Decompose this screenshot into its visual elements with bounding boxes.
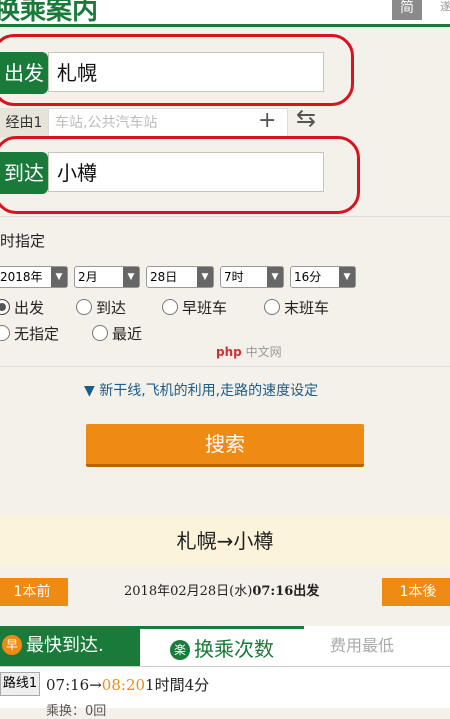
watermark: php 中文网	[216, 343, 282, 360]
departure-date: 2018年02月28日(水)07:16出发	[124, 580, 319, 599]
radio-dot	[264, 299, 280, 315]
radio-dot	[76, 299, 92, 315]
tab-cheapest[interactable]: 费用最低	[304, 626, 450, 666]
radio-arrive[interactable]: 到达	[76, 297, 126, 318]
day-value: 28日	[150, 270, 178, 284]
swap-icon[interactable]: ⇆	[296, 104, 316, 132]
app-title: 换乘案内	[0, 0, 99, 26]
radio-none-label: 无指定	[14, 325, 60, 343]
radio-last-train[interactable]: 末班车	[264, 297, 329, 318]
tab-fastest[interactable]: 早最快到达.	[0, 626, 140, 666]
transfer-count: 乘换：0回	[46, 704, 107, 719]
datetime-title: 时指定	[0, 232, 46, 250]
transfer-badge-icon: 楽	[170, 640, 190, 660]
day-select[interactable]: 28日 ▼	[146, 266, 214, 288]
app-header: 换乘案内 简 遂	[0, 0, 450, 27]
chevron-down-icon: ▼	[123, 267, 139, 287]
minute-value: 16分	[294, 270, 322, 284]
via-label: 经由1	[0, 108, 48, 138]
chevron-down-icon: ▼	[267, 267, 283, 287]
radio-dot	[0, 325, 10, 341]
chevron-down-icon: ▼	[339, 267, 355, 287]
header-extra-text: 遂	[440, 0, 450, 13]
time-start: 07:16→	[46, 676, 102, 694]
hour-select[interactable]: 7时 ▼	[220, 266, 284, 288]
route-times: 07:16→08:201时間4分	[46, 674, 209, 695]
options-link[interactable]: ▼ 新干线,飞机的利用,走路的速度设定	[84, 380, 318, 400]
language-button[interactable]: 简	[392, 0, 422, 20]
chevron-down-icon: ▼	[197, 267, 213, 287]
radio-depart[interactable]: 出发	[0, 297, 44, 318]
radio-dot	[0, 299, 10, 315]
chevron-down-icon: ▼	[51, 267, 67, 287]
via-row: 经由1 车站,公共汽车站	[0, 108, 300, 138]
month-select[interactable]: 2月 ▼	[74, 266, 140, 288]
time-end: 08:20	[101, 676, 146, 694]
duration: 1时間4分	[145, 676, 210, 694]
year-value: 2018年	[0, 270, 43, 284]
result-tabs: 早最快到达. 楽换乘次数 费用最低	[0, 626, 450, 666]
radio-latest[interactable]: 最近	[92, 323, 142, 344]
search-button[interactable]: 搜索	[86, 424, 364, 467]
add-via-icon[interactable]: +	[258, 108, 276, 133]
watermark-logo: php	[216, 345, 242, 359]
prev-button[interactable]: 1本前	[0, 578, 68, 606]
radio-dot	[162, 299, 178, 315]
radio-first-label: 早班车	[182, 299, 228, 317]
next-button[interactable]: 1本後	[382, 578, 450, 606]
radio-depart-label: 出发	[14, 299, 45, 317]
minute-select[interactable]: 16分 ▼	[290, 266, 356, 288]
tab-transfers[interactable]: 楽换乘次数	[140, 626, 304, 666]
fast-badge-icon: 早	[2, 635, 22, 655]
watermark-text: 中文网	[245, 345, 282, 359]
radio-arrive-label: 到达	[96, 299, 127, 317]
annotation-circle-arrive	[0, 136, 360, 214]
month-value: 2月	[78, 270, 98, 284]
radio-dot	[92, 325, 108, 341]
radio-none[interactable]: 无指定	[0, 323, 59, 344]
year-select[interactable]: 2018年 ▼	[0, 266, 68, 288]
route-number-label: 路线1	[0, 672, 40, 696]
radio-latest-label: 最近	[112, 325, 143, 343]
radio-last-label: 末班车	[284, 299, 330, 317]
date-text: 2018年02月28日(水)	[124, 584, 253, 599]
annotation-circle-depart	[0, 34, 354, 106]
radio-first-train[interactable]: 早班车	[162, 297, 227, 318]
hour-value: 7时	[224, 270, 244, 284]
tab-transfers-label: 换乘次数	[194, 637, 274, 661]
route-title: 札幌→小樽	[0, 516, 450, 566]
date-time: 07:16出发	[252, 584, 320, 599]
tab-fastest-label: 最快到达.	[26, 635, 104, 656]
via-input[interactable]: 车站,公共汽车站	[48, 108, 288, 138]
